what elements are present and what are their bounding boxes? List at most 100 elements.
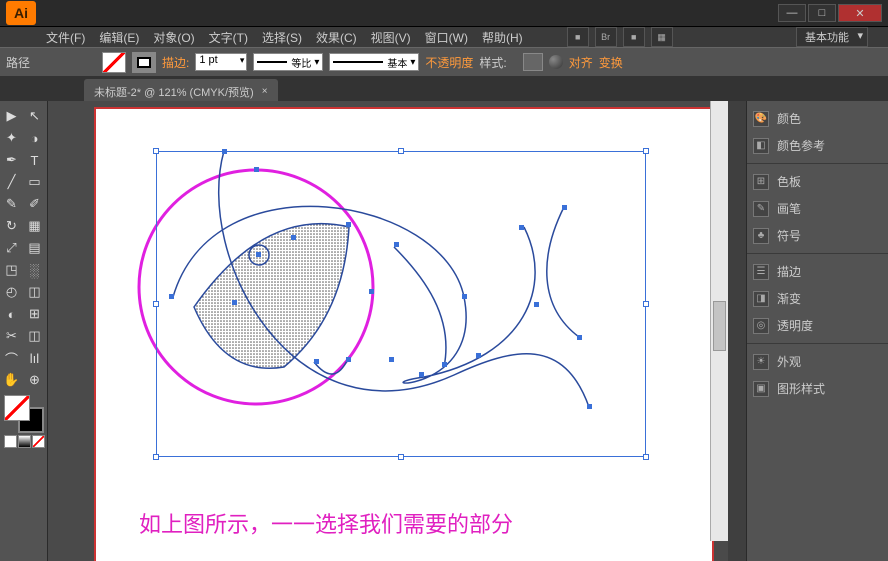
stroke-weight-input[interactable]: 1 pt: [195, 53, 247, 71]
line-tool[interactable]: ╱: [0, 171, 23, 193]
mini-gradient[interactable]: [18, 435, 31, 448]
paintbrush-tool[interactable]: ✎: [0, 193, 23, 215]
menu-effect[interactable]: 效果(C): [316, 29, 357, 46]
minimize-button[interactable]: —: [778, 4, 806, 22]
handle-ne[interactable]: [643, 148, 649, 154]
zoom-tool[interactable]: ⊕: [23, 369, 46, 391]
symbols-icon: ♣: [753, 228, 769, 244]
hand-tool[interactable]: ✋: [0, 369, 23, 391]
handle-w[interactable]: [153, 301, 159, 307]
panel-symbols[interactable]: ♣ 符号: [747, 222, 888, 249]
selection-bounding-box[interactable]: [156, 151, 646, 457]
panel-color-guide[interactable]: ◧颜色参考: [747, 132, 888, 159]
panel-color[interactable]: 🎨颜色: [747, 105, 888, 132]
variable-width-profile[interactable]: 等比▾: [253, 53, 323, 71]
type-tool[interactable]: T: [23, 149, 46, 171]
handle-nw[interactable]: [153, 148, 159, 154]
menu-view[interactable]: 视图(V): [371, 29, 411, 46]
eyedropper-tool[interactable]: ◐: [0, 303, 23, 325]
handle-n[interactable]: [398, 148, 404, 154]
vscroll-thumb[interactable]: [713, 301, 726, 351]
menu-edit[interactable]: 编辑(E): [99, 29, 139, 46]
artboard-tool[interactable]: ⌒: [0, 347, 23, 369]
menubar: 文件(F) 编辑(E) 对象(O) 文字(T) 选择(S) 效果(C) 视图(V…: [0, 27, 888, 47]
rectangle-tool[interactable]: ▭: [23, 171, 46, 193]
blend-tool[interactable]: ⊞: [23, 303, 46, 325]
stroke-swatch[interactable]: [132, 52, 156, 73]
panel-gradient[interactable]: ◨渐变: [747, 285, 888, 312]
app-icon: Ai: [6, 1, 36, 25]
graphic-style-swatch[interactable]: [523, 53, 543, 71]
tab-close-icon[interactable]: ×: [262, 86, 268, 97]
panel-separator-1: [747, 163, 888, 164]
pen-tool[interactable]: ✒: [0, 149, 23, 171]
transform-label[interactable]: 变换: [599, 54, 623, 71]
menu-select[interactable]: 选择(S): [262, 29, 302, 46]
handle-se[interactable]: [643, 454, 649, 460]
mesh-tool[interactable]: ◴: [0, 281, 23, 303]
opacity-label[interactable]: 不透明度: [425, 54, 473, 71]
scale-tool[interactable]: ▦: [23, 215, 46, 237]
handle-s[interactable]: [398, 454, 404, 460]
perspective-grid-tool[interactable]: ░: [23, 259, 46, 281]
panel-stroke-label: 描边: [777, 263, 801, 280]
menu-help[interactable]: 帮助(H): [482, 29, 523, 46]
document-tab[interactable]: 未标题-2* @ 121% (CMYK/预览) ×: [84, 79, 278, 101]
instruction-caption: 如上图所示，一一选择我们需要的部分: [139, 507, 513, 539]
transparency-icon: ◎: [753, 318, 769, 334]
right-dock-strip[interactable]: [728, 101, 746, 561]
handle-sw[interactable]: [153, 454, 159, 460]
panel-symbols-label: 符号: [777, 227, 801, 244]
stroke-label[interactable]: 描边:: [162, 54, 189, 71]
canvas-area[interactable]: 如上图所示，一一选择我们需要的部分: [48, 101, 728, 561]
graphic-styles-icon: ▣: [753, 381, 769, 397]
stroke-icon: ☰: [753, 264, 769, 280]
shape-builder-tool[interactable]: ◳: [0, 259, 23, 281]
brush-definition[interactable]: 基本▾: [329, 53, 419, 71]
tabbar: 未标题-2* @ 121% (CMYK/预览) ×: [0, 77, 888, 101]
pencil-tool[interactable]: ✐: [23, 193, 46, 215]
mini-color[interactable]: [4, 435, 17, 448]
recolor-icon[interactable]: [549, 55, 563, 69]
artwork: 如上图所示，一一选择我们需要的部分: [94, 107, 714, 561]
bridge-icon[interactable]: Br: [595, 27, 617, 47]
lasso-tool[interactable]: ◑: [23, 127, 46, 149]
main-area: ▶ ↖ ✦ ◑ ✒ T ╱ ▭ ✎ ✐ ↻ ▦ ⤢ ▤ ◳ ░ ◴ ◫ ◐ ⊞ …: [0, 101, 888, 561]
mini-none[interactable]: [32, 435, 45, 448]
menu-file[interactable]: 文件(F): [46, 29, 85, 46]
gradient-tool[interactable]: ◫: [23, 281, 46, 303]
panel-brushes[interactable]: ✎画笔: [747, 195, 888, 222]
fill-swatch[interactable]: [102, 52, 126, 73]
title-icon-3[interactable]: ■: [623, 27, 645, 47]
panel-brushes-label: 画笔: [777, 200, 801, 217]
vertical-scrollbar[interactable]: [710, 101, 728, 541]
workspace-switcher[interactable]: 基本功能: [796, 27, 868, 47]
align-label[interactable]: 对齐: [569, 54, 593, 71]
window-controls: — □ ✕: [778, 2, 884, 22]
magic-wand-tool[interactable]: ✦: [0, 127, 23, 149]
direct-selection-tool[interactable]: ↖: [23, 105, 46, 127]
menu-type[interactable]: 文字(T): [209, 29, 248, 46]
slice-tool[interactable]: lıl: [23, 347, 46, 369]
panel-transparency-label: 透明度: [777, 317, 813, 334]
appearance-icon: ☀: [753, 354, 769, 370]
panel-appearance[interactable]: ☀外观: [747, 348, 888, 375]
selection-tool[interactable]: ▶: [0, 105, 23, 127]
free-transform-tool[interactable]: ▤: [23, 237, 46, 259]
panel-swatches[interactable]: ⊞色板: [747, 168, 888, 195]
panel-stroke[interactable]: ☰ 描边: [747, 258, 888, 285]
rotate-tool[interactable]: ↻: [0, 215, 23, 237]
panel-graphic-styles[interactable]: ▣图形样式: [747, 375, 888, 402]
fill-stroke-swatches[interactable]: [4, 395, 44, 433]
maximize-button[interactable]: □: [808, 4, 836, 22]
close-button[interactable]: ✕: [838, 4, 882, 22]
menu-object[interactable]: 对象(O): [153, 29, 194, 46]
width-tool[interactable]: ⤢: [0, 237, 23, 259]
menu-window[interactable]: 窗口(W): [425, 29, 468, 46]
column-graph-tool[interactable]: ◫: [23, 325, 46, 347]
symbol-sprayer-tool[interactable]: ✂: [0, 325, 23, 347]
arrange-icon[interactable]: ▦: [651, 27, 673, 47]
title-icon-1[interactable]: ■: [567, 27, 589, 47]
panel-transparency[interactable]: ◎ 透明度: [747, 312, 888, 339]
handle-e[interactable]: [643, 301, 649, 307]
